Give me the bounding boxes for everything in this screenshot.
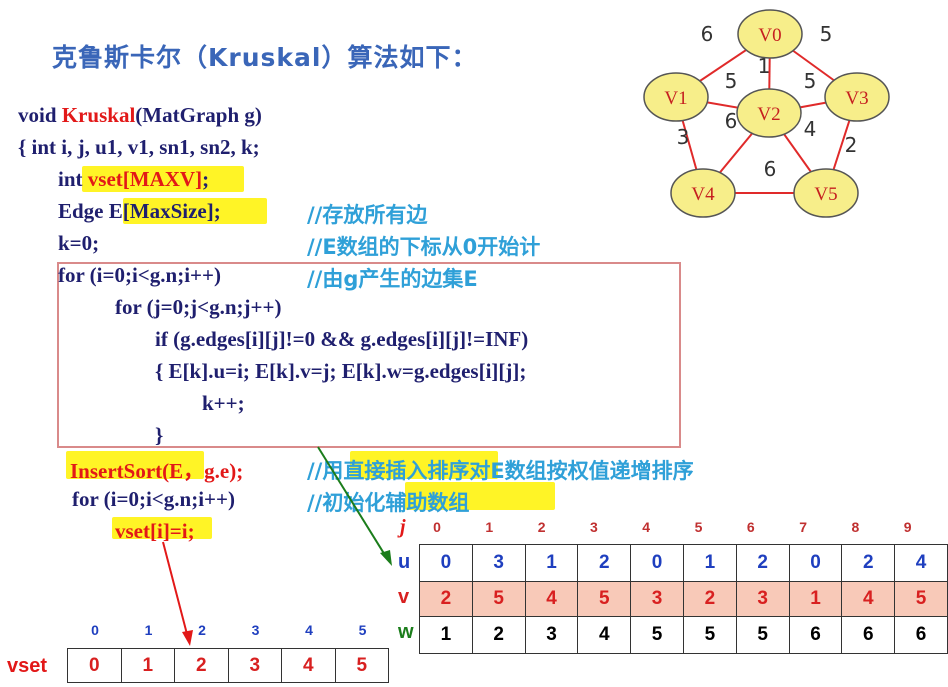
- edge-table-cell: 5: [682, 616, 737, 654]
- vset-table-label: vset: [7, 655, 48, 677]
- vset-table-index: 3: [251, 622, 260, 638]
- edge-table-cell: 2: [419, 581, 473, 617]
- edge-table-cell: 6: [894, 616, 948, 654]
- node-label-V3: V3: [845, 88, 868, 109]
- edge-table-index: 6: [746, 519, 755, 535]
- edge-table-index: 0: [433, 519, 441, 535]
- node-label-V5: V5: [814, 184, 837, 205]
- edge-weight-V2-V5: 4: [804, 117, 817, 141]
- edge-table-cell: 2: [682, 581, 737, 617]
- edge-table-row-label-u: u: [398, 551, 411, 573]
- edge-weight-V2-V3: 5: [804, 69, 817, 93]
- edge-table-cell: 5: [894, 581, 948, 617]
- edge-table-cell: 3: [471, 544, 526, 582]
- vset-table-cell: 0: [67, 648, 122, 683]
- edge-table-cell: 0: [630, 544, 684, 582]
- vset-table-index: 1: [144, 622, 153, 638]
- edge-table-cell: 2: [735, 544, 790, 582]
- edge-weight-V2-V4: 6: [725, 109, 738, 133]
- edge-table-cell: 4: [894, 544, 948, 582]
- edge-table-cell: 5: [735, 616, 790, 654]
- vset-array-table: 012345: [67, 648, 389, 683]
- arrow-head-edge-table: [380, 550, 392, 566]
- vset-table-cell: 2: [174, 648, 229, 683]
- edge-table-cell: 1: [682, 544, 737, 582]
- edge-table-index-label: j: [400, 516, 406, 538]
- edge-table-index: 3: [589, 519, 598, 535]
- edge-table-row-v: 2545323145: [419, 581, 948, 617]
- edge-table-cell: 1: [788, 581, 843, 617]
- node-label-V4: V4: [691, 184, 715, 205]
- edge-table-index: 9: [903, 519, 912, 535]
- edge-weight-V1-V4: 3: [677, 125, 690, 149]
- edge-table-row-label-w: w: [398, 621, 414, 643]
- edge-table-row-u: 0312012024: [419, 544, 948, 582]
- edge-weight-V0-V1: 6: [701, 22, 714, 46]
- edge-table-cell: 3: [735, 581, 790, 617]
- edge-array-table: 031201202425453231451234555666: [419, 544, 948, 654]
- edge-table-cell: 0: [788, 544, 843, 582]
- vset-table-index: 5: [358, 622, 367, 638]
- edge-table-cell: 1: [419, 616, 473, 654]
- edge-table-cell: 5: [577, 581, 632, 617]
- node-label-V1: V1: [664, 88, 687, 109]
- vset-table-index: 0: [91, 622, 99, 638]
- edge-table-cell: 6: [788, 616, 843, 654]
- edge-table-cell: 3: [630, 581, 684, 617]
- node-label-V2: V2: [757, 104, 780, 125]
- graph-nodes: V0 V1 V2 V3 V4 V5: [643, 9, 890, 218]
- edge-table-cell: 2: [471, 616, 526, 654]
- edge-table-cell: 4: [841, 581, 896, 617]
- vset-table-index: 2: [198, 622, 206, 638]
- vset-table-cell: 5: [334, 648, 389, 683]
- arrow-to-vset-table: [162, 541, 189, 639]
- edge-table-cell: 5: [630, 616, 684, 654]
- edge-table-cell: 6: [841, 616, 896, 654]
- edge-table-row-label-v: v: [398, 586, 410, 608]
- edge-table-cell: 4: [577, 616, 632, 654]
- edge-table-cell: 5: [471, 581, 526, 617]
- edge-table-index: 1: [485, 519, 494, 535]
- edge-table-cell: 4: [524, 581, 579, 617]
- edge-table-cell: 2: [577, 544, 632, 582]
- edge-table-index: 4: [642, 519, 651, 535]
- edge-table-row-w: 1234555666: [419, 616, 948, 654]
- edge-table-index: 5: [694, 519, 703, 535]
- edge-table-index: 2: [537, 519, 546, 535]
- edge-table-index: 7: [799, 519, 807, 535]
- vset-table-row: 012345: [67, 648, 389, 683]
- edge-table-cell: 0: [419, 544, 473, 582]
- edge-table-cell: 2: [841, 544, 896, 582]
- vset-table-cell: 1: [120, 648, 175, 683]
- vset-table-cell: 3: [227, 648, 282, 683]
- edge-table-cell: 1: [524, 544, 579, 582]
- edge-weight-V0-V3: 5: [820, 22, 833, 46]
- arrow-to-edge-table: [317, 446, 389, 561]
- edge-weight-V4-V5: 6: [764, 157, 777, 181]
- node-label-V0: V0: [758, 25, 781, 46]
- vset-table-index: 4: [305, 622, 313, 638]
- edge-weight-V3-V5: 2: [845, 133, 858, 157]
- edge-table-cell: 3: [524, 616, 579, 654]
- vset-table-cell: 4: [281, 648, 336, 683]
- edge-weight-V1-V2: 5: [725, 69, 738, 93]
- edge-table-index: 8: [851, 519, 860, 535]
